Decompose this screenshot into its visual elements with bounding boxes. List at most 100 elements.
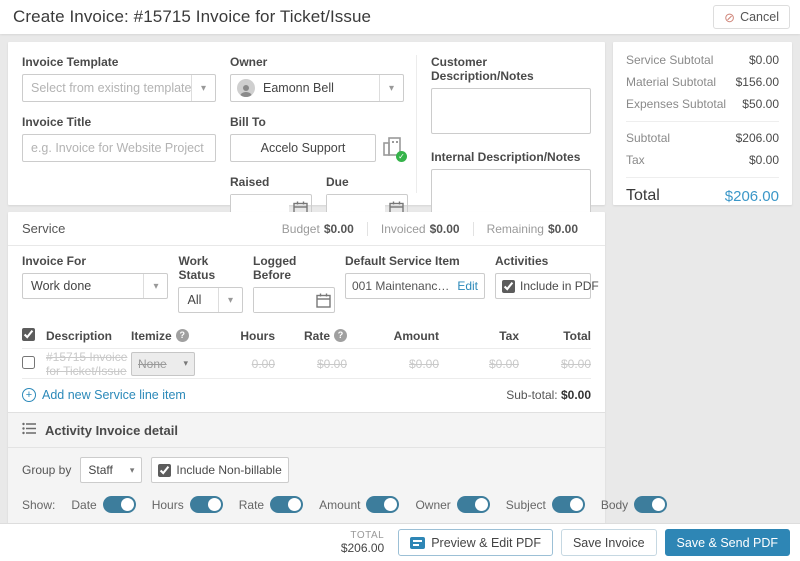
group-by-select[interactable]: Staff ▾ — [80, 457, 143, 483]
internal-notes-textarea[interactable] — [431, 169, 591, 215]
invoice-form-card: Invoice Template Select from existing te… — [8, 42, 605, 222]
toggle-knob — [384, 498, 398, 511]
invoice-for-value: Work done — [31, 279, 92, 293]
work-status-value: All — [187, 293, 202, 307]
customer-notes-textarea[interactable] — [431, 88, 591, 134]
include-in-pdf-box: Include in PDF — [495, 273, 599, 299]
create-invoice-page: Create Invoice: #15715 Invoice for Ticke… — [0, 0, 800, 561]
line-item-description: #15715 Invoice for Ticket/Issue — [46, 349, 128, 378]
show-toggles-row: Show: Date Hours Rate Amount Owner Subje… — [8, 487, 668, 525]
expenses-subtotal-label: Expenses Subtotal — [626, 97, 727, 111]
col-hours: Hours — [240, 328, 275, 343]
footer-total: TOTAL $206.00 — [341, 530, 384, 555]
toggle-amount-label: Amount — [319, 497, 361, 512]
footer-action-bar: TOTAL $206.00 Preview & Edit PDF Save In… — [0, 523, 800, 561]
remaining-value: $0.00 — [547, 221, 578, 236]
raised-label: Raised — [230, 175, 270, 189]
preview-edit-pdf-button[interactable]: Preview & Edit PDF — [398, 529, 553, 556]
left-column: Invoice Template Select from existing te… — [8, 42, 668, 561]
hours-toggle-switch[interactable] — [189, 496, 223, 513]
col-itemize: Itemize — [131, 328, 172, 343]
form-column-2: Owner Eamonn Bell ▾ Bill To Accelo Suppo… — [230, 55, 416, 222]
cancel-button[interactable]: ⊘ Cancel — [713, 5, 790, 29]
col-description: Description — [46, 328, 113, 343]
invoice-title-input[interactable] — [22, 134, 216, 162]
col-rate: Rate — [303, 328, 330, 343]
invoice-title-label: Invoice Title — [22, 115, 92, 129]
amount-toggle-switch[interactable] — [366, 496, 400, 513]
toggle-knob — [474, 498, 488, 511]
invoiced-stat: Invoiced $0.00 — [366, 221, 473, 236]
rate-help-icon[interactable]: ? — [334, 329, 347, 342]
verified-check-icon: ✓ — [396, 151, 407, 162]
logged-before-label: Logged Before — [253, 254, 297, 282]
chevron-down-icon: ▾ — [183, 358, 188, 368]
service-subtotal-row: Service Subtotal $0.00 — [626, 53, 779, 67]
tax-label: Tax — [626, 153, 645, 167]
invoice-for-label: Invoice For — [22, 254, 87, 268]
invoice-template-placeholder: Select from existing templates — [31, 81, 191, 95]
toggle-rate-label: Rate — [238, 497, 265, 512]
service-filters: Invoice For Work done ▾ Work Status All … — [8, 246, 605, 323]
include-nonbillable-label: Include Non-billable — [176, 463, 282, 477]
total-row: Total $206.00 — [626, 187, 779, 205]
include-nonbillable-box: Include Non-billable — [151, 457, 289, 483]
chevron-down-icon: ▾ — [143, 274, 167, 298]
col-total: Total — [563, 328, 591, 343]
include-in-pdf-checkbox[interactable] — [502, 279, 515, 293]
budget-label: Budget — [281, 221, 320, 236]
bill-to-field[interactable]: Accelo Support — [230, 134, 376, 162]
body-toggle-switch[interactable] — [634, 496, 668, 513]
group-by-label: Group by — [22, 463, 72, 477]
invoice-template-label: Invoice Template — [22, 55, 119, 69]
save-send-pdf-button[interactable]: Save & Send PDF — [664, 529, 790, 556]
owner-avatar — [237, 79, 255, 97]
line-item-tax: $0.00 — [488, 356, 519, 371]
line-item-rate: $0.00 — [316, 356, 347, 371]
include-nonbillable-checkbox[interactable] — [158, 463, 172, 477]
table-header-row: Description Itemize? Hours Rate? Amount … — [22, 323, 591, 349]
bill-to-value: Accelo Support — [260, 141, 346, 155]
preview-edit-pdf-label: Preview & Edit PDF — [431, 535, 541, 550]
date-toggle-switch[interactable] — [102, 496, 136, 513]
itemize-help-icon[interactable]: ? — [175, 329, 189, 342]
invoiced-value: $0.00 — [429, 221, 460, 236]
owner-select[interactable]: Eamonn Bell ▾ — [230, 74, 404, 102]
form-column-1: Invoice Template Select from existing te… — [22, 55, 230, 193]
main-content: Invoice Template Select from existing te… — [0, 34, 800, 561]
service-title: Service — [22, 221, 66, 236]
edit-service-item-link[interactable]: Edit — [457, 279, 478, 293]
calendar-icon[interactable] — [312, 293, 334, 308]
add-service-line-item-link[interactable]: + Add new Service line item — [22, 388, 186, 402]
add-line-label: Add new Service line item — [42, 388, 186, 402]
logged-before-input[interactable] — [254, 288, 312, 312]
invoice-summary-panel: Service Subtotal $0.00 Material Subtotal… — [613, 42, 792, 205]
toggle-body: Body — [600, 496, 668, 513]
footer-total-label: TOTAL — [350, 530, 385, 541]
pdf-icon — [410, 536, 426, 549]
save-invoice-button[interactable]: Save Invoice — [560, 529, 657, 556]
customer-notes-label: Customer Description/Notes — [431, 55, 534, 83]
total-value: $206.00 — [724, 187, 779, 205]
toggle-knob — [207, 498, 221, 511]
rate-toggle-switch[interactable] — [270, 496, 304, 513]
company-lookup-icon[interactable]: ✓ — [382, 136, 407, 162]
owner-toggle-switch[interactable] — [456, 496, 490, 513]
toggle-owner-label: Owner — [415, 497, 451, 512]
default-service-item-field: 001 Maintenance & Sup... Edit — [345, 273, 485, 299]
chevron-down-icon: ▾ — [379, 75, 403, 101]
tax-value: $0.00 — [748, 153, 779, 167]
line-item-row: #15715 Invoice for Ticket/Issue None ▾ 0… — [22, 349, 591, 379]
material-subtotal-label: Material Subtotal — [626, 75, 717, 89]
select-all-checkbox[interactable] — [22, 327, 35, 341]
itemize-select[interactable]: None ▾ — [131, 351, 195, 376]
subject-toggle-switch[interactable] — [551, 496, 585, 513]
work-status-select[interactable]: All ▾ — [178, 287, 243, 313]
toggle-body-label: Body — [600, 497, 629, 512]
invoice-for-select[interactable]: Work done ▾ — [22, 273, 169, 299]
invoice-template-select[interactable]: Select from existing templates ▾ — [22, 74, 216, 102]
line-item-checkbox[interactable] — [22, 355, 35, 369]
service-subtotal: Sub-total: $0.00 — [506, 388, 591, 402]
work-status-label: Work Status — [178, 254, 216, 282]
subtotal-value: $0.00 — [560, 388, 591, 402]
